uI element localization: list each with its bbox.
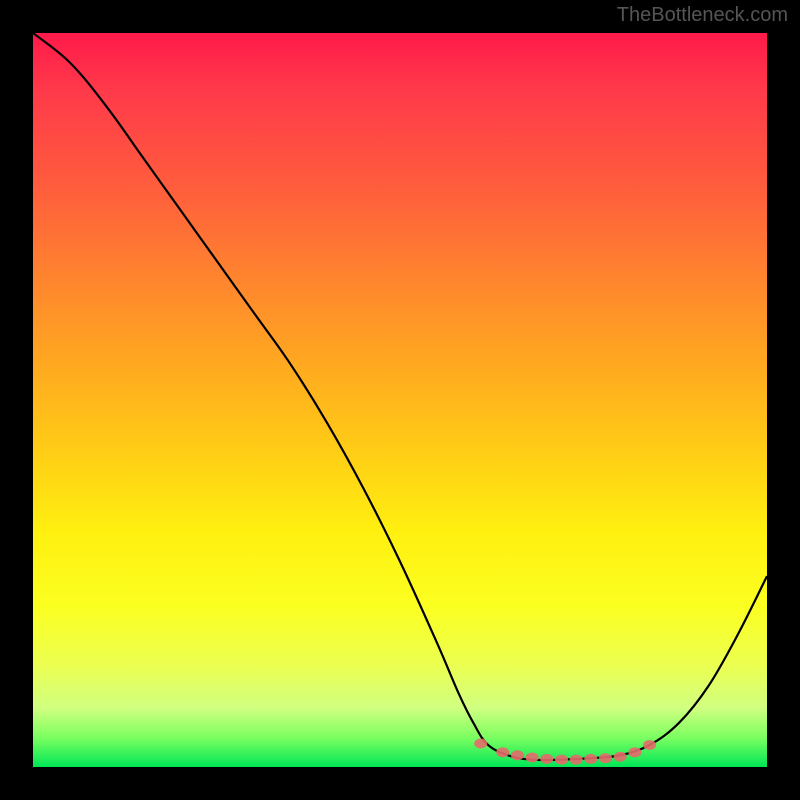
highlight-marker <box>555 755 568 765</box>
highlight-marker <box>628 747 641 757</box>
highlight-marker <box>584 754 597 764</box>
highlight-marker <box>511 750 524 760</box>
highlight-marker <box>526 752 539 762</box>
highlight-marker <box>540 754 553 764</box>
highlight-marker <box>599 753 612 763</box>
highlight-marker <box>474 739 487 749</box>
highlight-marker <box>570 755 583 765</box>
highlight-marker <box>614 752 627 762</box>
watermark-text: TheBottleneck.com <box>617 4 788 27</box>
highlight-markers <box>33 33 767 767</box>
chart-plot-area <box>33 33 767 767</box>
highlight-marker <box>643 740 656 750</box>
highlight-marker <box>496 747 509 757</box>
